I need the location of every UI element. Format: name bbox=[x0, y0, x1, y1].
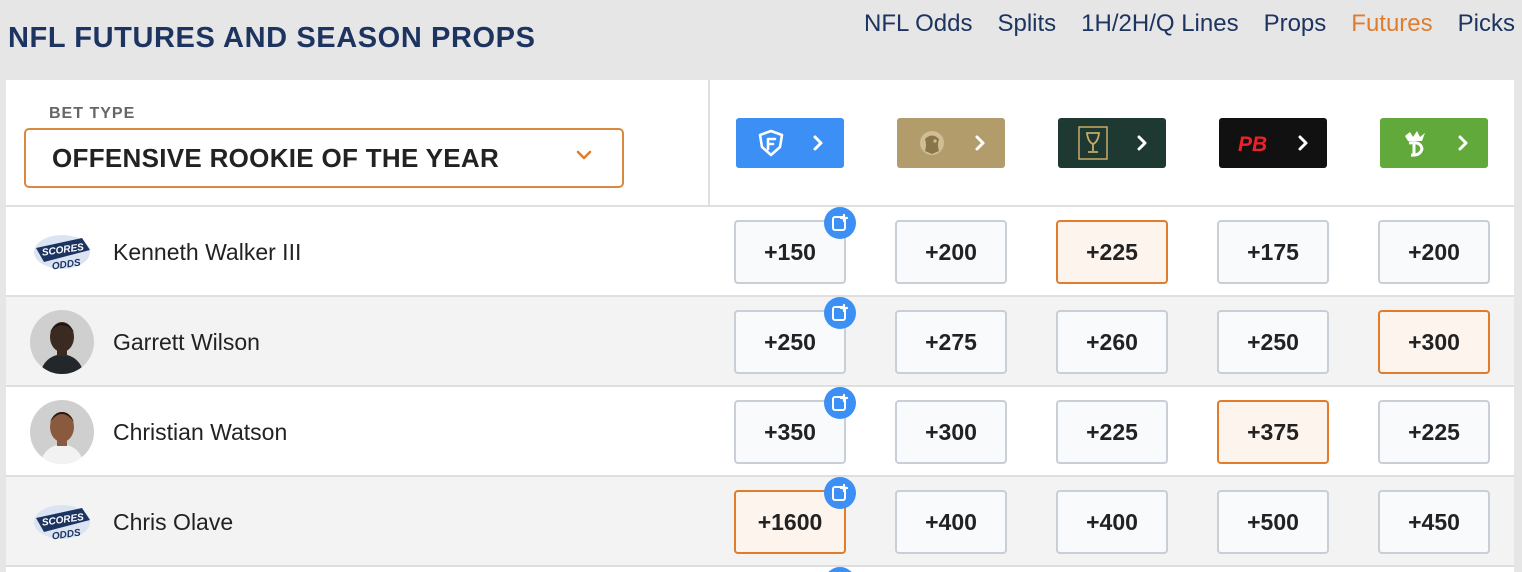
chevron-right-icon bbox=[974, 134, 986, 152]
odds-cell[interactable]: +225 bbox=[1056, 400, 1168, 464]
odds-cell[interactable]: +200 bbox=[1378, 220, 1490, 284]
header-divider bbox=[708, 80, 710, 207]
odds-cell[interactable]: +260 bbox=[1056, 310, 1168, 374]
odds-cell[interactable]: +225 bbox=[1378, 400, 1490, 464]
odds-cell[interactable]: +500 bbox=[1217, 490, 1329, 554]
bet-type-label: BET TYPE bbox=[49, 105, 136, 122]
table-row: SCORES ODDS Kenneth Walker III +150 +200 … bbox=[6, 207, 1514, 297]
player-name: Chris Olave bbox=[113, 509, 234, 535]
player-headshot bbox=[30, 310, 94, 374]
player-name: Christian Watson bbox=[113, 419, 288, 445]
pointsbet-logo-icon: PB bbox=[1237, 130, 1271, 156]
table-header: BET TYPE OFFENSIVE ROOKIE OF THE YEAR PB bbox=[6, 80, 1514, 207]
table-row: Christian Watson +350 +300 +225 +375 +22… bbox=[6, 387, 1514, 477]
fanduel-logo-icon bbox=[756, 128, 786, 158]
player-headshot bbox=[30, 400, 94, 464]
nav-picks[interactable]: Picks bbox=[1458, 10, 1515, 38]
odds-cell[interactable]: +175 bbox=[1217, 220, 1329, 284]
bet-type-selected: OFFENSIVE ROOKIE OF THE YEAR bbox=[52, 142, 500, 173]
sportsbook-pointsbet-button[interactable]: PB bbox=[1219, 118, 1327, 168]
table-row: SCORES ODDS Chris Olave +1600 +400 +400 +… bbox=[6, 477, 1514, 567]
page-title: NFL FUTURES AND SEASON PROPS bbox=[8, 22, 536, 54]
odds-cell-best[interactable]: +300 bbox=[1378, 310, 1490, 374]
add-to-betslip-icon[interactable] bbox=[824, 477, 856, 509]
top-nav: NFL Odds Splits 1H/2H/Q Lines Props Futu… bbox=[864, 10, 1515, 38]
player-name: Garrett Wilson bbox=[113, 329, 260, 355]
odds-cell[interactable]: +250 bbox=[1217, 310, 1329, 374]
player-name: Kenneth Walker III bbox=[113, 239, 302, 265]
add-to-betslip-icon[interactable] bbox=[824, 567, 856, 572]
scores-and-odds-logo-icon: SCORES ODDS bbox=[30, 490, 94, 554]
add-to-betslip-icon[interactable] bbox=[824, 297, 856, 329]
bet-type-dropdown[interactable]: OFFENSIVE ROOKIE OF THE YEAR bbox=[24, 128, 624, 188]
odds-cell[interactable]: +300 bbox=[895, 400, 1007, 464]
odds-cell-best[interactable]: +375 bbox=[1217, 400, 1329, 464]
sportsbook-betmgm-button[interactable] bbox=[897, 118, 1005, 168]
chevron-right-icon bbox=[812, 134, 824, 152]
add-to-betslip-icon[interactable] bbox=[824, 387, 856, 419]
odds-cell[interactable]: +450 bbox=[1378, 490, 1490, 554]
sportsbook-caesars-button[interactable] bbox=[1058, 118, 1166, 168]
nav-nfl-odds[interactable]: NFL Odds bbox=[864, 10, 972, 38]
nav-futures[interactable]: Futures bbox=[1351, 10, 1432, 38]
svg-text:PB: PB bbox=[1238, 133, 1267, 156]
futures-table: BET TYPE OFFENSIVE ROOKIE OF THE YEAR PB… bbox=[6, 80, 1514, 572]
chevron-right-icon bbox=[1457, 134, 1469, 152]
nav-lines[interactable]: 1H/2H/Q Lines bbox=[1081, 10, 1238, 38]
scores-and-odds-logo-icon: SCORES ODDS bbox=[30, 220, 94, 284]
chevron-right-icon bbox=[1136, 134, 1148, 152]
sportsbook-draftkings-button[interactable] bbox=[1380, 118, 1488, 168]
caesars-chalice-logo-icon bbox=[1076, 124, 1110, 162]
chevron-down-icon bbox=[576, 148, 592, 166]
odds-cell[interactable]: +400 bbox=[1056, 490, 1168, 554]
chevron-right-icon bbox=[1297, 134, 1309, 152]
sportsbook-fanduel-button[interactable] bbox=[736, 118, 844, 168]
odds-cell[interactable]: +275 bbox=[895, 310, 1007, 374]
odds-cell-best[interactable]: +225 bbox=[1056, 220, 1168, 284]
nav-splits[interactable]: Splits bbox=[997, 10, 1056, 38]
odds-cell[interactable]: +400 bbox=[895, 490, 1007, 554]
nav-props[interactable]: Props bbox=[1264, 10, 1327, 38]
odds-cell[interactable]: +200 bbox=[895, 220, 1007, 284]
add-to-betslip-icon[interactable] bbox=[824, 207, 856, 239]
draftkings-crown-logo-icon bbox=[1399, 127, 1431, 159]
betmgm-lion-logo-icon bbox=[916, 127, 948, 159]
table-row: Garrett Wilson +250 +275 +260 +250 +300 bbox=[6, 297, 1514, 387]
